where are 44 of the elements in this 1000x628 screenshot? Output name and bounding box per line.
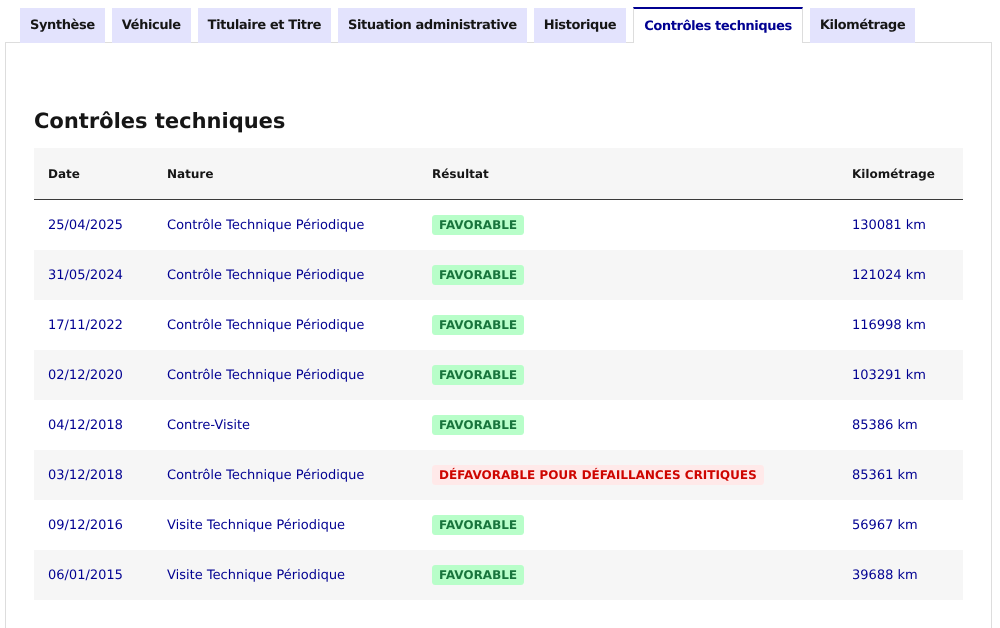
mileage-cell: 103291 km	[852, 368, 926, 382]
result-badge: FAVORABLE	[432, 365, 524, 385]
mileage-cell: 121024 km	[852, 268, 926, 282]
column-header: Nature	[167, 166, 214, 180]
mileage-cell: 116998 km	[852, 318, 926, 332]
column-header: Résultat	[432, 166, 490, 180]
result-badge: FAVORABLE	[432, 565, 524, 585]
nature-cell: Visite Technique Périodique	[167, 518, 346, 532]
mileage-cell: 39688 km	[852, 568, 918, 582]
result-badge: FAVORABLE	[432, 215, 524, 235]
date-cell-text: 03/12/2018	[47, 468, 123, 482]
mileage-cell: 56967 km	[852, 518, 918, 532]
tab[interactable]: Kilométrage	[810, 8, 916, 43]
date-cell-text: 09/12/2016	[47, 518, 123, 532]
date-cell-text: 31/05/2024	[47, 268, 123, 282]
result-badge: FAVORABLE	[432, 415, 524, 435]
mileage-cell: 85361 km	[852, 468, 918, 482]
date-cell-text: 17/11/2022	[47, 318, 123, 332]
nature-cell: Contrôle Technique Périodique	[167, 468, 364, 482]
result-badge: FAVORABLE	[432, 515, 524, 535]
nature-cell: Visite Technique Périodique	[167, 568, 346, 582]
result-badge: FAVORABLE	[432, 315, 524, 335]
mileage-cell: 85386 km	[852, 418, 918, 432]
result-badge: FAVORABLE	[432, 265, 524, 285]
column-header: Date	[47, 166, 81, 180]
nature-cell: Contrôle Technique Périodique	[167, 268, 364, 282]
date-cell-text: 06/01/2015	[47, 568, 123, 582]
nature-cell: Contrôle Technique Périodique	[167, 368, 364, 382]
tab[interactable]: Historique	[534, 8, 626, 43]
tab[interactable]: Contrôles techniques	[633, 7, 803, 43]
tab[interactable]: Synthèse	[20, 8, 105, 43]
nature-cell: Contre-Visite	[167, 418, 250, 432]
tab[interactable]: Véhicule	[112, 8, 191, 43]
tab[interactable]: Situation administrative	[338, 8, 527, 43]
nature-cell: Contrôle Technique Périodique	[167, 318, 364, 332]
nature-cell: Contrôle Technique Périodique	[167, 218, 364, 232]
tab[interactable]: Titulaire et Titre	[198, 8, 332, 43]
result-badge: DÉFAVORABLE POUR DÉFAILLANCES CRITIQUES	[432, 465, 764, 485]
date-cell-text: 02/12/2020	[47, 368, 123, 382]
date-cell-text: 04/12/2018	[47, 418, 123, 432]
column-header: Kilométrage	[852, 166, 936, 180]
mileage-cell: 130081 km	[852, 218, 926, 232]
date-cell-text: 25/04/2025	[47, 218, 123, 232]
section-heading: Contrôles techniques	[34, 109, 286, 133]
